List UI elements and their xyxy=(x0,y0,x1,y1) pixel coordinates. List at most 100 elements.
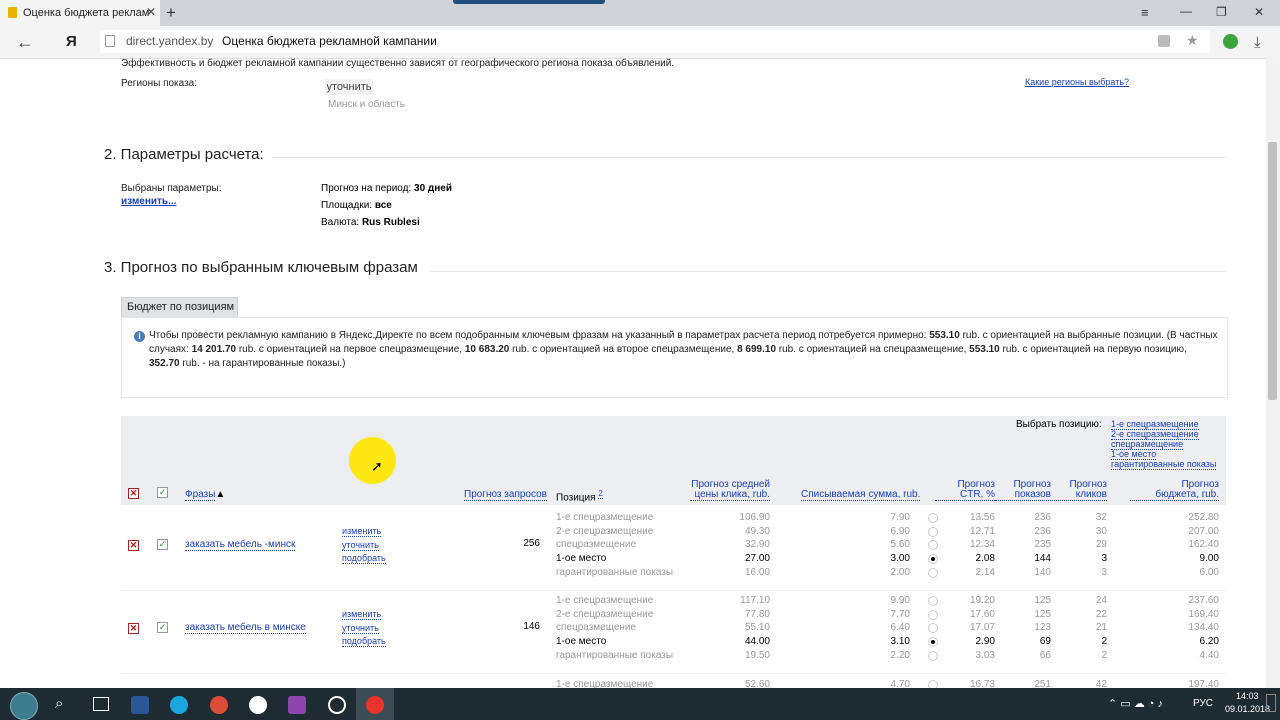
position-budget: 207.00 xyxy=(1188,525,1219,537)
url-page-title: Оценка бюджета рекламной кампании xyxy=(222,34,437,48)
select-all-checkbox[interactable]: ✓ xyxy=(157,487,168,498)
phrases-header[interactable]: Фразы▲ xyxy=(185,489,226,501)
language-indicator[interactable]: РУС xyxy=(1193,698,1213,709)
position-radio[interactable] xyxy=(928,513,938,523)
position-cpc: 77.80 xyxy=(744,608,770,620)
ctr-header[interactable]: Прогноз CTR, % xyxy=(935,480,995,501)
position-cpc: 55.10 xyxy=(744,622,770,634)
tray-icons[interactable]: ⌃ ▭ ☁ ◔ ♪ xyxy=(1108,697,1163,710)
shows-header[interactable]: Прогноз показов xyxy=(995,480,1051,501)
phrase-action-link[interactable]: уточнить xyxy=(342,540,379,551)
bookmark-star-icon[interactable]: ★ xyxy=(1186,32,1199,49)
position-budget: 162.40 xyxy=(1188,539,1219,551)
settings-app-icon[interactable] xyxy=(328,696,346,714)
remove-all-checkbox-icon[interactable]: ✕ xyxy=(128,488,139,499)
position-radio[interactable] xyxy=(928,596,938,606)
clock-date[interactable]: 09.01.2018 xyxy=(1225,704,1270,714)
menu-icon[interactable]: ≡ xyxy=(1141,5,1149,20)
new-tab-button[interactable]: + xyxy=(166,3,176,23)
clicks-header[interactable]: Прогноз кликов xyxy=(1050,480,1107,501)
position-ctr: 2.08 xyxy=(975,553,995,565)
phrase-action-link[interactable]: подобрать xyxy=(342,636,386,647)
spend-header[interactable]: Списываемая сумма, rub. xyxy=(801,489,921,501)
position-spend: 5.60 xyxy=(890,539,910,551)
phrase-action-link[interactable]: изменить xyxy=(342,526,382,537)
phrase-action-link[interactable]: уточнить xyxy=(342,623,379,634)
close-window-icon[interactable]: ✕ xyxy=(1254,5,1264,19)
position-shows: 236 xyxy=(1034,512,1051,523)
yandex-logo-icon[interactable]: Я xyxy=(66,33,77,50)
skype-icon[interactable] xyxy=(170,696,188,714)
word-icon[interactable] xyxy=(131,696,149,714)
minimize-icon[interactable]: — xyxy=(1180,4,1192,18)
media-app-icon[interactable] xyxy=(288,696,306,714)
chrome-icon[interactable] xyxy=(210,696,228,714)
position-spend: 6.40 xyxy=(890,622,910,634)
budget-header[interactable]: Прогноз бюджета, rub. xyxy=(1130,480,1219,501)
notification-center-icon[interactable] xyxy=(1266,694,1276,712)
currency-row: Валюта: Rus Rublesi xyxy=(321,217,420,228)
params-change-link[interactable]: изменить... xyxy=(121,196,176,207)
phrase-action-link[interactable]: изменить xyxy=(342,609,382,620)
forecast-section-title: 3. Прогноз по выбранным ключевым фразам xyxy=(104,259,418,276)
protect-icon[interactable] xyxy=(1158,35,1170,47)
phrase-checkbox[interactable]: ✓ xyxy=(157,539,168,550)
position-clicks: 21 xyxy=(1095,622,1107,634)
extension-icon[interactable] xyxy=(1223,34,1238,49)
scrollbar-thumb[interactable] xyxy=(1268,142,1277,400)
budget-by-position-tab[interactable]: Бюджет по позициям xyxy=(121,297,238,318)
phrase-action-link[interactable]: подобрать xyxy=(342,553,386,564)
regions-refine-button[interactable]: уточнить xyxy=(325,79,373,95)
which-regions-link[interactable]: Какие регионы выбрать? xyxy=(1025,77,1129,87)
currency-value: Rus Rublesi xyxy=(361,217,420,228)
search-icon[interactable]: ⌕ xyxy=(55,695,63,712)
info-icon: i xyxy=(134,331,145,342)
position-ctr: 13.56 xyxy=(969,512,995,523)
mouse-cursor-icon: ➚ xyxy=(371,458,383,474)
sort-arrow-icon: ▲ xyxy=(215,489,226,500)
position-shows: 66 xyxy=(1039,649,1051,661)
currency-label: Валюта: xyxy=(321,217,360,228)
remove-phrase-checkbox-icon[interactable]: ✕ xyxy=(128,623,139,634)
download-icon[interactable]: ⤓ xyxy=(1254,34,1261,51)
choose-guaranteed[interactable]: гарантированные показы xyxy=(1111,459,1217,470)
task-view-icon[interactable] xyxy=(93,697,109,711)
position-budget: 6.00 xyxy=(1199,566,1219,578)
info-app-icon[interactable] xyxy=(249,696,267,714)
position-name: 2-е спецразмещение xyxy=(556,525,654,537)
back-arrow-icon[interactable]: ← xyxy=(16,32,34,53)
position-cpc: 117.10 xyxy=(740,595,770,606)
clock-time[interactable]: 14:03 xyxy=(1236,691,1259,701)
restore-icon[interactable]: ❐ xyxy=(1216,5,1227,19)
position-spend: 3.00 xyxy=(890,553,910,565)
period-value: 30 дней xyxy=(414,183,453,194)
position-header: Позиция 2 xyxy=(556,489,603,504)
start-icon[interactable] xyxy=(10,692,38,720)
yandex-browser-icon[interactable] xyxy=(366,696,384,714)
position-footnote[interactable]: 2 xyxy=(598,489,603,499)
row-divider xyxy=(121,673,1226,674)
position-radio[interactable] xyxy=(928,650,938,661)
position-name: 1-е спецразмещение xyxy=(556,595,654,606)
tab-close-icon[interactable]: ✕ xyxy=(146,5,156,19)
remove-phrase-checkbox-icon[interactable]: ✕ xyxy=(128,540,139,551)
queries-header[interactable]: Прогноз запросов xyxy=(464,489,547,501)
phrase-link[interactable]: заказать мебель -минск xyxy=(185,539,296,551)
address-field[interactable]: direct.yandex.by Оценка бюджета рекламно… xyxy=(100,30,1210,53)
position-radio[interactable] xyxy=(928,526,938,537)
cpc-header[interactable]: Прогноз средней цены клика, rub. xyxy=(690,480,770,501)
phrase-queries: 256 xyxy=(523,538,540,549)
params-divider xyxy=(272,157,1226,158)
position-name: 1-ое место xyxy=(556,553,607,565)
position-radio[interactable] xyxy=(928,567,938,578)
position-budget: 6.20 xyxy=(1199,636,1219,648)
position-name: 1-ое место xyxy=(556,636,607,648)
position-radio[interactable] xyxy=(928,609,938,620)
phrase-checkbox[interactable]: ✓ xyxy=(157,622,168,633)
position-clicks: 30 xyxy=(1095,525,1107,537)
position-name: гарантированные показы xyxy=(556,566,674,578)
position-cpc: 106.90 xyxy=(739,512,770,523)
phrase-link[interactable]: заказать мебель в минске xyxy=(185,622,306,634)
browser-tab[interactable]: Оценка бюджета реклам ✕ xyxy=(0,0,160,26)
position-shows: 235 xyxy=(1034,539,1051,551)
